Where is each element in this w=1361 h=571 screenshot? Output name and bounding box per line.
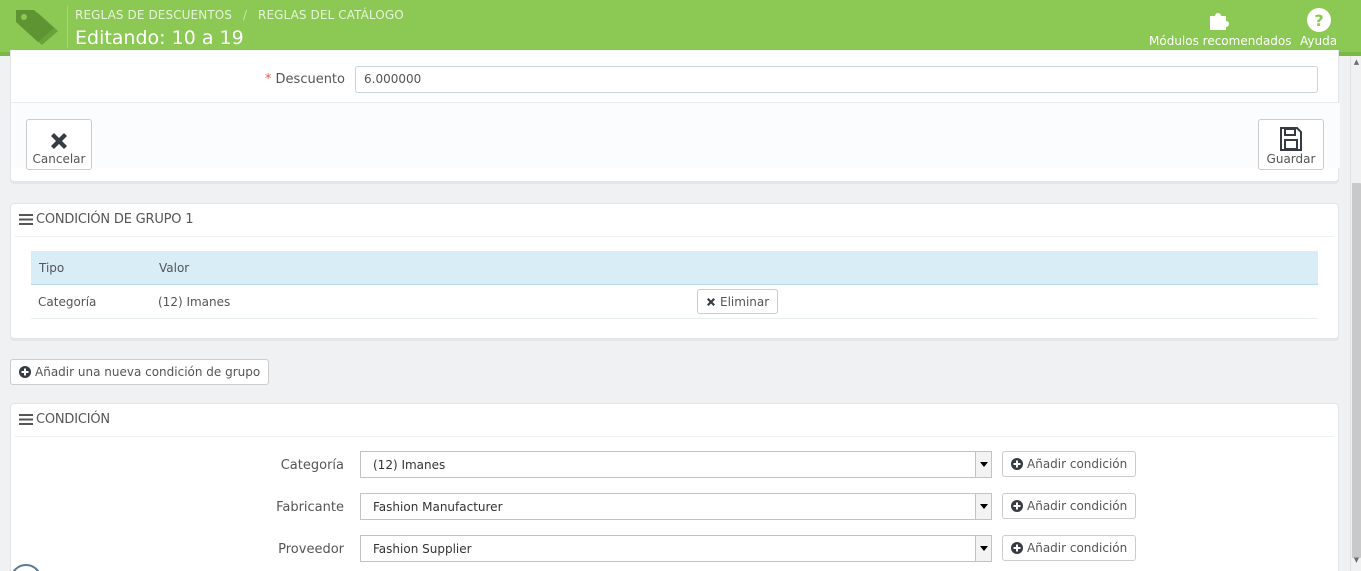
category-selected-value: (12) Imanes	[373, 458, 446, 472]
group-condition-title: CONDICIÓN DE GRUPO 1	[36, 212, 194, 227]
manufacturer-select[interactable]: Fashion Manufacturer	[360, 493, 992, 520]
category-select[interactable]: (12) Imanes	[360, 451, 992, 478]
condition-panel: CONDICIÓN Categoría (12) Imanes Añadir c…	[10, 403, 1339, 571]
list-icon	[19, 414, 33, 425]
heading-divider	[15, 436, 1334, 437]
recommended-modules-button[interactable]: Módulos recomendados	[1149, 4, 1292, 48]
column-header-type: Tipo	[39, 261, 65, 275]
column-header-value: Valor	[159, 261, 190, 275]
remove-label: Eliminar	[720, 294, 770, 309]
add-group-condition-label: Añadir una nueva condición de grupo	[35, 365, 261, 379]
table-header: Tipo Valor	[31, 251, 1318, 285]
help-button[interactable]: ? Ayuda	[1300, 4, 1337, 48]
form-footer: Cancelar Guardar	[11, 102, 1340, 170]
breadcrumb: REGLAS DE DESCUENTOS / REGLAS DEL CATÁLO…	[75, 8, 404, 22]
group-condition-heading: CONDICIÓN DE GRUPO 1	[19, 212, 194, 227]
question-circle-icon: ?	[1306, 8, 1331, 32]
tags-icon	[16, 10, 58, 45]
header-divider	[67, 6, 68, 48]
scroll-down-arrow[interactable]: ▼	[1352, 556, 1361, 564]
page-title: Editando: 10 a 19	[75, 27, 244, 49]
group-condition-panel: CONDICIÓN DE GRUPO 1 Tipo Valor Categorí…	[10, 203, 1339, 339]
supplier-select[interactable]: Fashion Supplier	[360, 535, 992, 562]
list-icon	[19, 214, 33, 225]
add-condition-label: Añadir condición	[1027, 457, 1128, 471]
supplier-selected-value: Fashion Supplier	[373, 542, 472, 556]
manufacturer-label: Fabricante	[276, 500, 344, 515]
add-supplier-condition-button[interactable]: Añadir condición	[1002, 535, 1137, 561]
row-value: (12) Imanes	[158, 295, 231, 309]
save-label: Guardar	[1266, 152, 1316, 166]
page-header: REGLAS DE DESCUENTOS / REGLAS DEL CATÁLO…	[0, 0, 1361, 56]
add-category-condition-button[interactable]: Añadir condición	[1002, 451, 1137, 477]
add-condition-label: Añadir condición	[1027, 541, 1128, 555]
cancel-label: Cancelar	[32, 152, 86, 166]
plus-circle-icon	[1011, 458, 1023, 470]
svg-text:?: ?	[1314, 11, 1323, 30]
plus-circle-icon	[1011, 500, 1023, 512]
breadcrumb-separator: /	[242, 8, 248, 22]
floppy-disk-icon	[1280, 127, 1302, 151]
manufacturer-selected-value: Fashion Manufacturer	[373, 500, 503, 514]
plus-circle-icon	[19, 366, 31, 378]
condition-title: CONDICIÓN	[36, 412, 110, 427]
breadcrumb-item-discount-rules[interactable]: REGLAS DE DESCUENTOS	[75, 8, 232, 22]
caret-down-icon[interactable]	[975, 494, 991, 519]
heading-divider	[15, 236, 1334, 237]
times-icon	[707, 297, 715, 306]
help-label: Ayuda	[1300, 34, 1338, 48]
scrollbar[interactable]: ▲ ▼	[1350, 56, 1361, 571]
recommended-modules-label: Módulos recomendados	[1149, 34, 1292, 48]
caret-down-icon[interactable]	[975, 536, 991, 561]
category-label: Categoría	[280, 458, 344, 473]
plus-circle-icon	[1011, 542, 1023, 554]
add-condition-label: Añadir condición	[1027, 499, 1128, 513]
add-manufacturer-condition-button[interactable]: Añadir condición	[1002, 493, 1137, 519]
cancel-button[interactable]: Cancelar	[26, 119, 92, 170]
scroll-up-arrow[interactable]: ▲	[1352, 58, 1361, 66]
condition-heading: CONDICIÓN	[19, 412, 110, 427]
discount-form-panel: * Descuento 6.000000 Cancelar Guardar	[10, 50, 1340, 182]
table-row: Categoría (12) Imanes Eliminar	[31, 285, 1318, 319]
discount-label: * Descuento	[264, 72, 345, 87]
remove-condition-button[interactable]: Eliminar	[697, 289, 779, 314]
required-mark: *	[264, 72, 272, 87]
discount-input[interactable]: 6.000000	[355, 66, 1318, 93]
scrollbar-thumb[interactable]	[1352, 183, 1361, 558]
supplier-label: Proveedor	[278, 542, 344, 557]
add-group-condition-button[interactable]: Añadir una nueva condición de grupo	[10, 359, 270, 385]
row-type: Categoría	[38, 295, 97, 309]
caret-down-icon[interactable]	[975, 452, 991, 477]
puzzle-icon	[1210, 13, 1230, 30]
breadcrumb-item-catalog-rules[interactable]: REGLAS DEL CATÁLOGO	[258, 8, 404, 22]
close-icon	[51, 133, 67, 149]
save-button[interactable]: Guardar	[1258, 119, 1324, 170]
